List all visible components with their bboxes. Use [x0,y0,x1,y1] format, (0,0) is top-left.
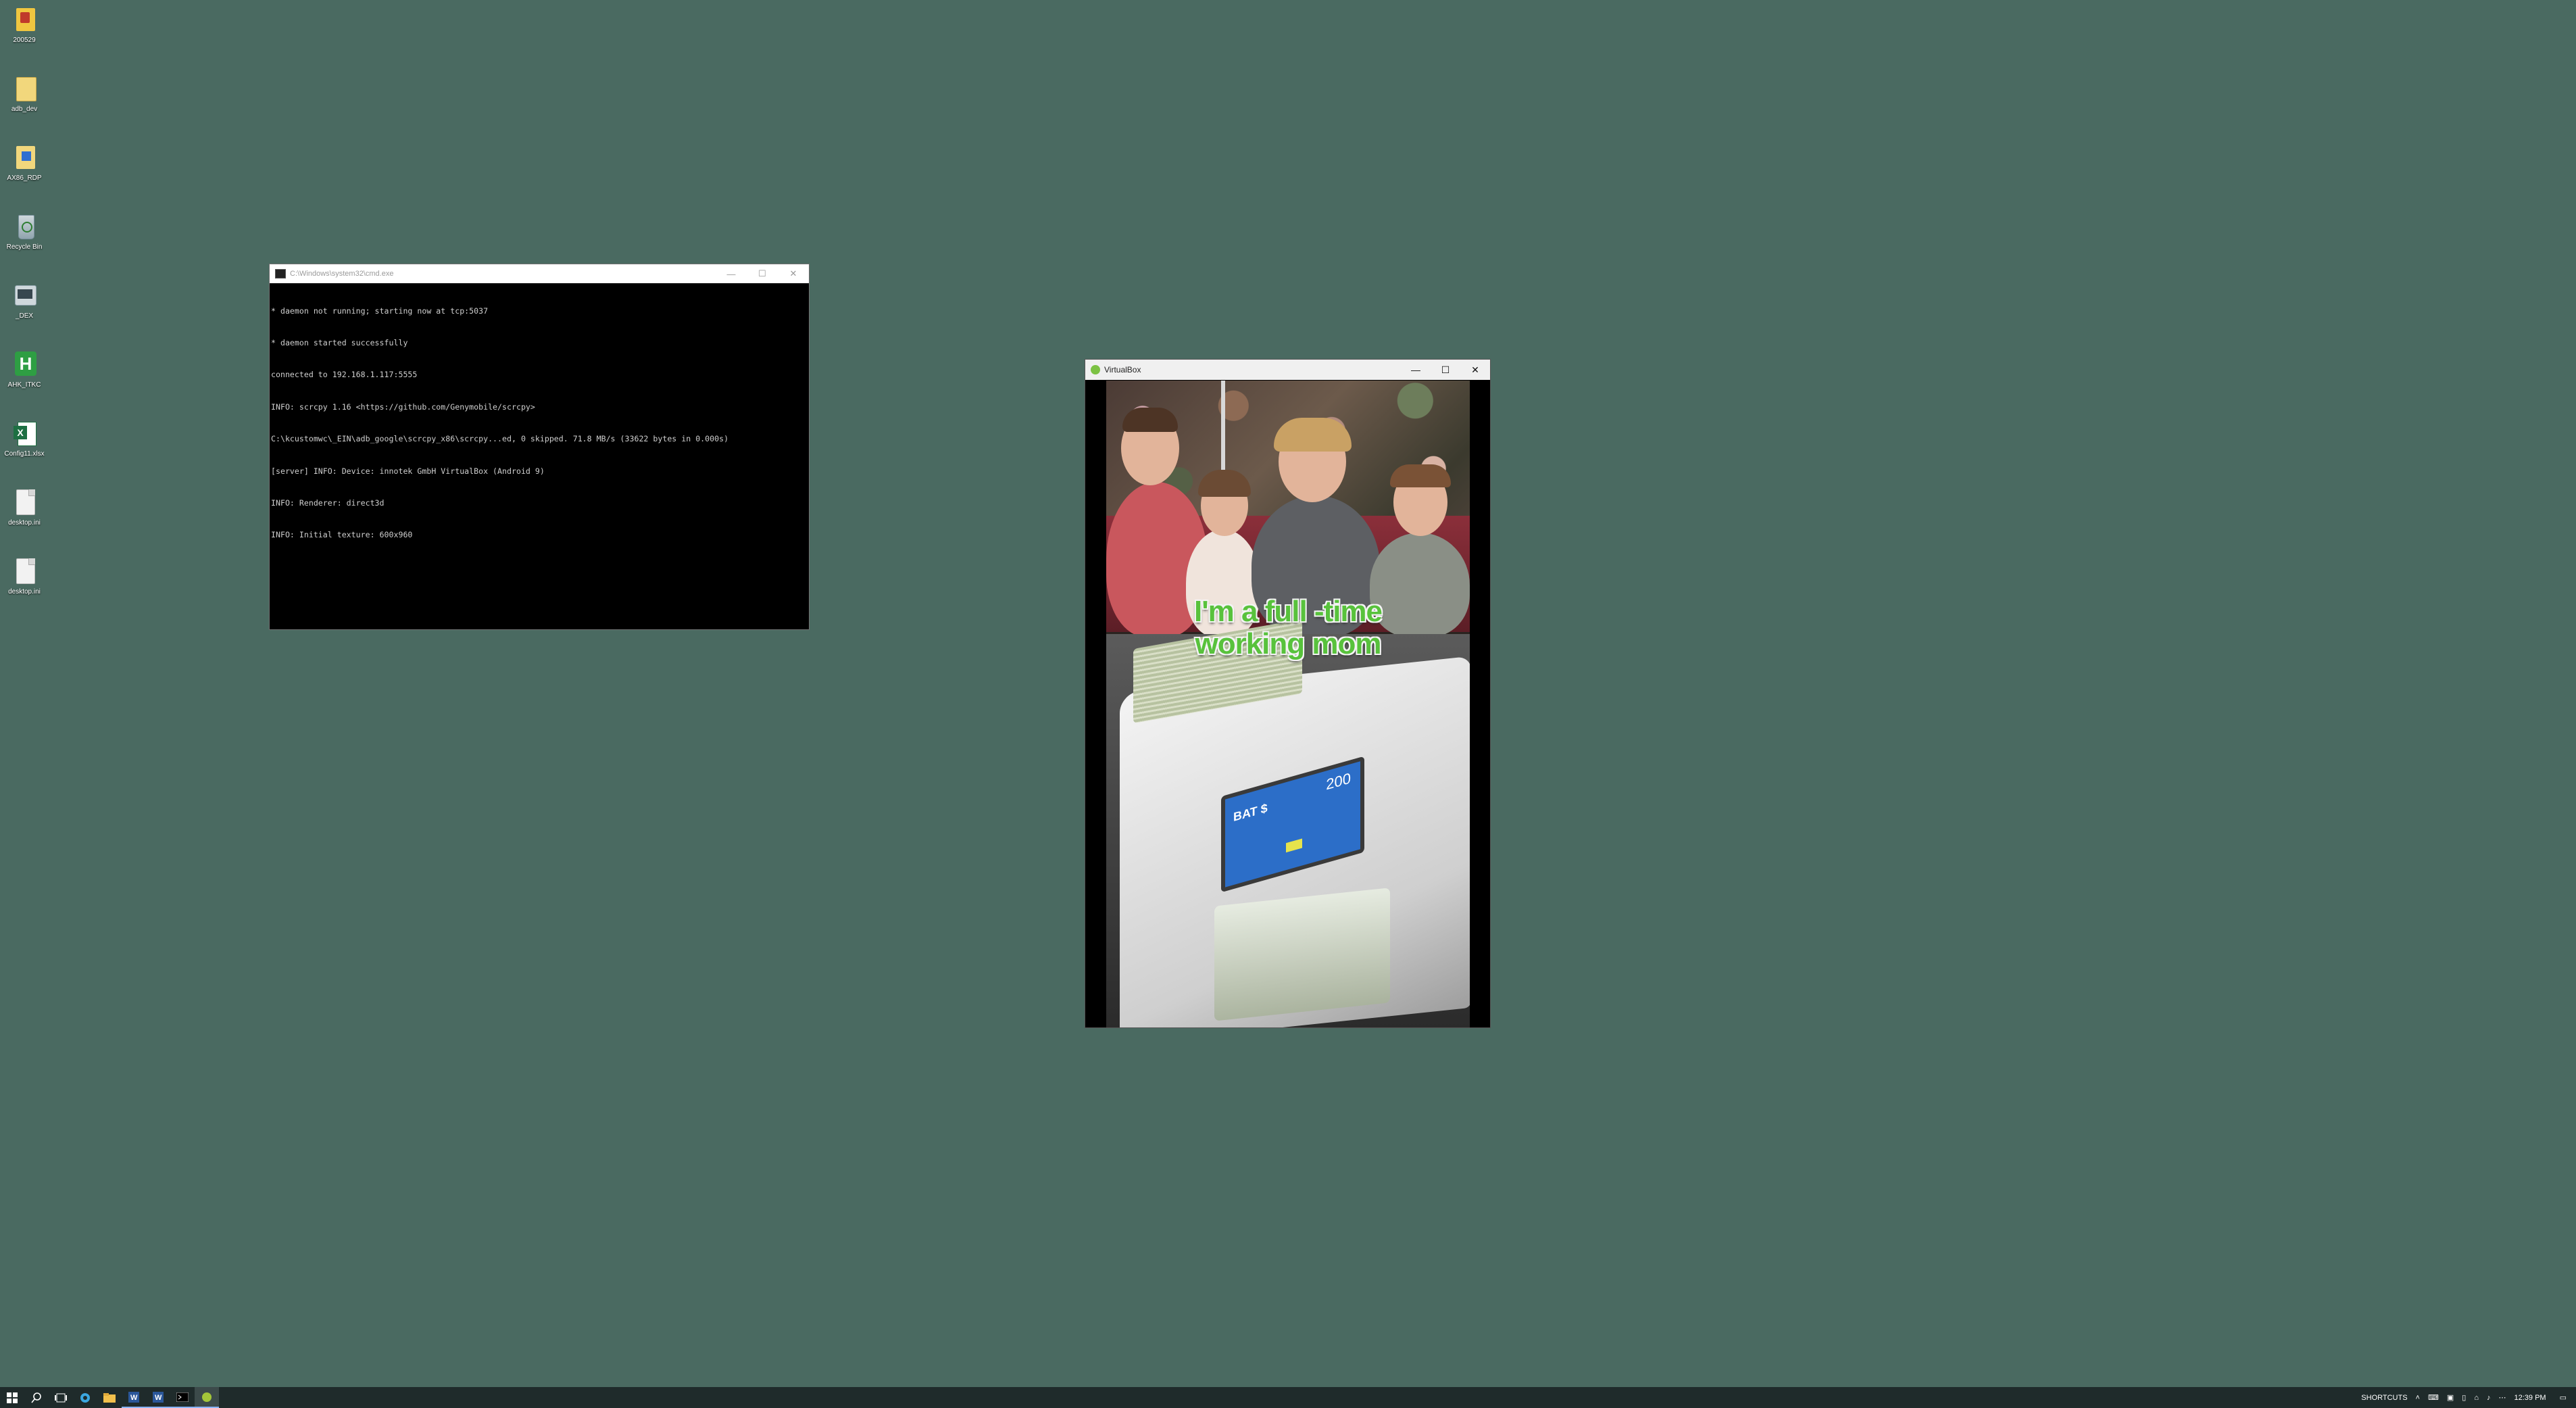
archive-folder-icon [11,5,38,35]
desktop-icon-label: AHK_ITKC [7,381,41,389]
settings-file-icon [11,557,38,587]
taskbar-clock[interactable]: 12:39 PM [2515,1394,2546,1402]
monitor-icon[interactable]: ▣ [2447,1393,2454,1402]
video-caption-line-1: I'm a full -time [1193,595,1383,628]
device-screen-video[interactable]: BAT $ 200 I'm a full -time working mom [1106,381,1470,1027]
rdp-shortcut-icon [11,143,38,173]
taskbar-search-button[interactable] [24,1387,49,1408]
money-counter-scene: BAT $ 200 [1106,618,1470,1027]
keyboard-icon[interactable]: ⌨ [2428,1393,2439,1402]
console-line: C:\kcustomwc\_EIN\adb_google\scrcpy_x86\… [271,434,729,444]
counter-display-value: 200 [1326,769,1351,794]
close-button[interactable]: ✕ [778,264,809,283]
android-icon [1091,365,1100,374]
desktop-icon-label: AX86_RDP [7,174,42,182]
virtualbox-window-title: VirtualBox [1104,365,1141,374]
desktop-icon-label: desktop.ini [8,588,41,596]
system-tray: SHORTCUTS ˄ ⌨ ▣ ▯ ⌂ ♪ ⋯ 12:39 PM ▭ [2357,1387,2576,1408]
taskbar-file-explorer-button[interactable] [97,1387,122,1408]
notifications-icon[interactable]: ▭ [2560,1393,2567,1402]
hair [1122,408,1178,432]
battery-icon[interactable]: ▯ [2462,1393,2466,1402]
desktop-icon-label: Config11.xlsx [4,450,45,458]
terminal-icon [176,1392,189,1402]
search-icon [31,1392,41,1403]
console-line: [server] INFO: Device: innotek GmbH Virt… [271,466,545,476]
taskbar-word-button-2[interactable]: W [146,1387,170,1408]
console-line: INFO: Renderer: direct3d [271,497,385,508]
taskbar-browser-button[interactable] [73,1387,97,1408]
cmd-window-title: C:\Windows\system32\cmd.exe [290,270,394,278]
minimize-button[interactable]: — [716,264,747,283]
browser-icon [80,1392,90,1403]
money-counter-output-tray [1214,888,1390,1021]
close-button[interactable]: ✕ [1460,360,1490,380]
svg-text:W: W [155,1394,162,1402]
desktop-icon-label: desktop.ini [8,519,41,527]
video-caption-line-2: working mom [1195,627,1381,660]
desktop-icon-label: adb_dev [11,105,38,113]
console-icon [275,269,286,278]
desktop-icon-desktop-ini-1[interactable]: desktop.ini [3,488,46,527]
money-counter-display: BAT $ 200 [1221,756,1364,893]
recycle-bin-icon [11,212,38,242]
hair [1274,418,1352,452]
desktop-icon-label: _DEX [15,312,34,320]
shortcut-icon [11,281,38,311]
counter-display-indicator [1286,838,1302,853]
virtualbox-titlebar[interactable]: VirtualBox — ☐ ✕ [1085,360,1490,380]
cmd-window[interactable]: C:\Windows\system32\cmd.exe — ☐ ✕ * daem… [269,264,810,630]
svg-text:W: W [130,1394,138,1402]
word-icon: W [128,1391,139,1403]
desktop-icon-label: 200529 [13,37,36,44]
virtualbox-window[interactable]: VirtualBox — ☐ ✕ BAT $ 200 I'm a full -t… [1085,359,1491,1028]
maximize-button[interactable]: ☐ [747,264,778,283]
wall-pole [1221,381,1225,475]
hair [1390,464,1451,487]
task-view-button[interactable] [49,1387,73,1408]
desktop-icon-desktop-ini-2[interactable]: desktop.ini [3,557,46,596]
chevron-up-icon[interactable]: ˄ [2416,1394,2420,1402]
language-icon[interactable]: ⋯ [2499,1393,2506,1402]
taskbar-word-button-1[interactable]: W [122,1387,146,1408]
android-icon [202,1392,212,1402]
file-icon [11,74,38,104]
excel-icon: X [11,419,38,449]
word-icon: W [153,1391,164,1403]
folder-icon [103,1392,116,1403]
console-line: * daemon not running; starting now at tc… [271,306,489,316]
task-view-icon [55,1393,67,1402]
console-line: * daemon started successfully [271,337,408,347]
desktop-icon-dex[interactable]: _DEX [3,281,46,320]
network-icon[interactable]: ⌂ [2474,1394,2479,1402]
desktop-icon-label: Recycle Bin [6,243,43,251]
console-output[interactable]: * daemon not running; starting now at tc… [270,283,809,564]
windows-logo-icon [7,1392,18,1403]
volume-icon[interactable]: ♪ [2487,1394,2491,1402]
desktop-icon-200529[interactable]: 200529 [3,5,46,45]
taskbar-cmd-button[interactable] [170,1387,195,1408]
cmd-titlebar[interactable]: C:\Windows\system32\cmd.exe — ☐ ✕ [270,264,809,283]
shortcuts-toolbar[interactable]: SHORTCUTS [2361,1394,2407,1402]
desktop-icon-ahk-itkc[interactable]: H AHK_ITKC [3,350,46,389]
console-line: connected to 192.168.1.117:5555 [271,370,418,380]
desktop-icon-config11[interactable]: X Config11.xlsx [3,419,46,458]
start-button[interactable] [0,1387,24,1408]
taskbar: W W SHORTCUTS ˄ ⌨ ▣ ▯ ⌂ ♪ ⋯ 12:39 PM ▭ [0,1387,2576,1408]
desktop-icon-recycle-bin[interactable]: Recycle Bin [3,212,46,251]
console-line: INFO: scrcpy 1.16 <https://github.com/Ge… [271,402,535,412]
desktop-icon-ax86-rdp[interactable]: AX86_RDP [3,143,46,183]
desktop-icon-adb-dev[interactable]: adb_dev [3,74,46,114]
settings-file-icon [11,488,38,518]
taskbar-scrcpy-button[interactable] [195,1387,219,1408]
console-line: INFO: Initial texture: 600x960 [271,530,413,540]
minimize-button[interactable]: — [1401,360,1431,380]
maximize-button[interactable]: ☐ [1431,360,1460,380]
autohotkey-icon: H [11,350,38,380]
counter-display-label: BAT $ [1233,800,1268,825]
